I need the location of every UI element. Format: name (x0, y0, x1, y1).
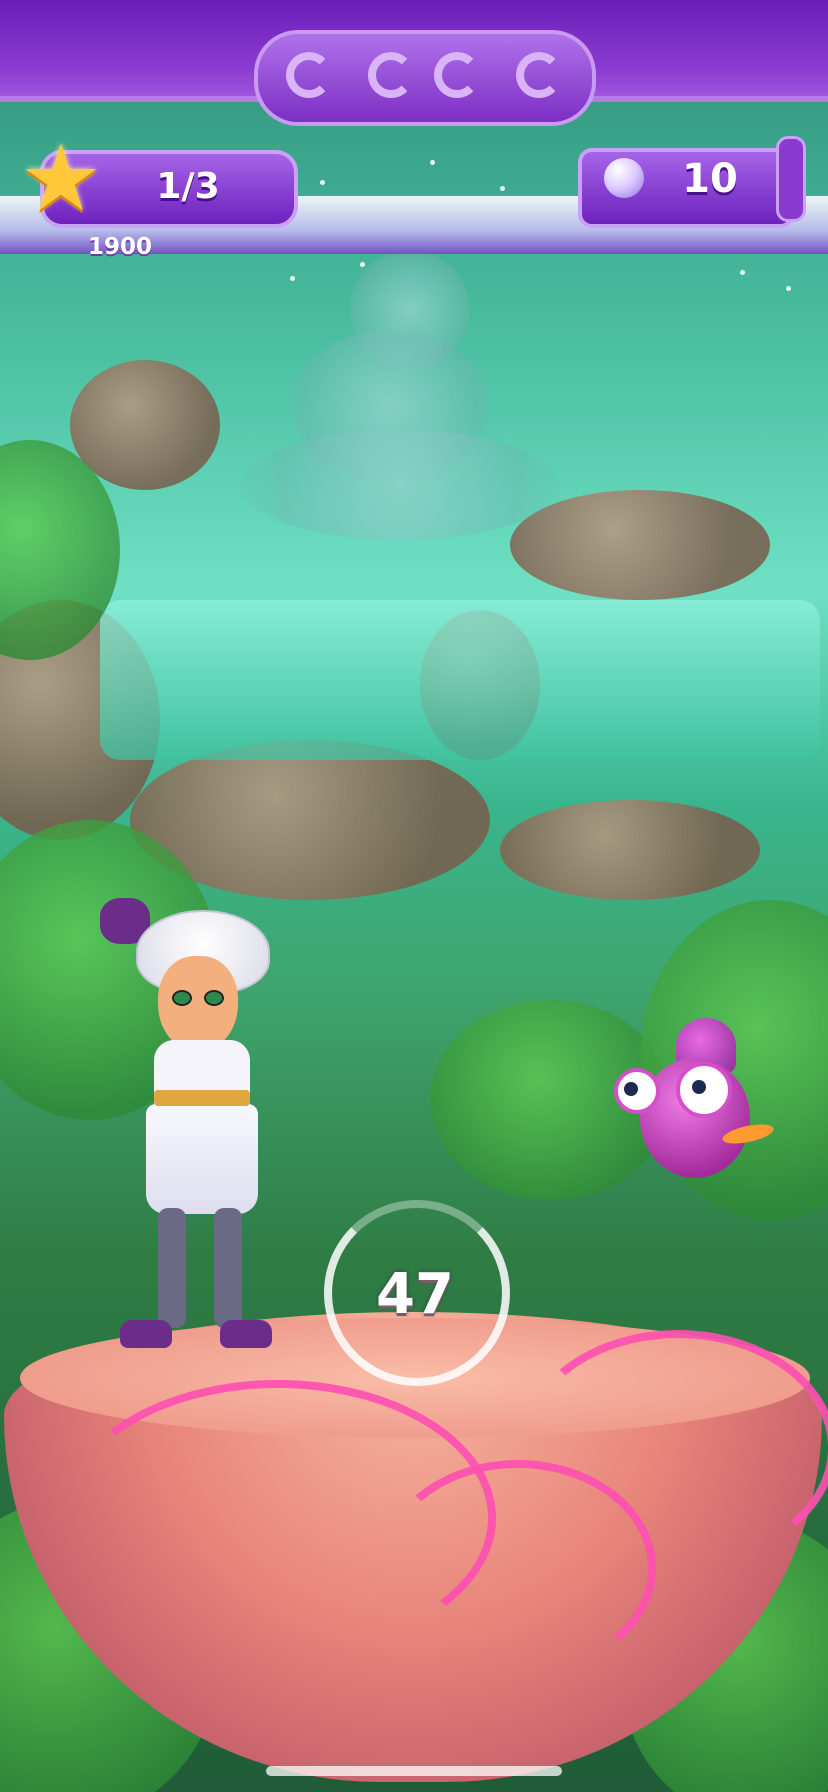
scroll-end-ornament (776, 136, 806, 222)
sparkle (290, 276, 295, 281)
star-icon: ★ (19, 125, 103, 232)
face (158, 956, 238, 1052)
swirl-ornament-icon (434, 52, 480, 98)
orb-icon (604, 158, 644, 198)
chameleon-eye (676, 1062, 732, 1118)
swirl-ornament-icon (286, 52, 332, 98)
sparkle (786, 286, 791, 291)
skirt (146, 1104, 258, 1214)
sparkle (500, 186, 505, 191)
timer-value: 47 (376, 1262, 454, 1327)
chameleon-pupil (692, 1080, 706, 1094)
waterfall (100, 600, 820, 760)
boot (220, 1320, 272, 1348)
chameleon-eye (614, 1068, 660, 1114)
leg (158, 1208, 186, 1328)
leg (214, 1208, 242, 1328)
sparkle (360, 262, 365, 267)
sparkle (320, 180, 325, 185)
belt (154, 1090, 250, 1106)
frame-ornament (254, 30, 596, 126)
swirl-ornament-icon (516, 52, 562, 98)
swirl-ornament-icon (368, 52, 414, 98)
home-indicator[interactable] (266, 1766, 562, 1776)
chameleon-character (610, 1018, 776, 1208)
chameleon-pupil (624, 1082, 638, 1096)
heroine-character (96, 890, 296, 1370)
star-progress-text: 1/3 (156, 166, 220, 207)
background-rock (500, 800, 760, 900)
background-rock (510, 490, 770, 600)
eye (172, 990, 192, 1006)
eye (204, 990, 224, 1006)
magic-smoke-cloud (240, 430, 560, 540)
platform-swirl (520, 1330, 828, 1566)
moves-count: 10 (682, 156, 738, 202)
score-text: 1900 (88, 234, 153, 260)
sparkle (740, 270, 745, 275)
boot (120, 1320, 172, 1348)
sparkle (430, 160, 435, 165)
